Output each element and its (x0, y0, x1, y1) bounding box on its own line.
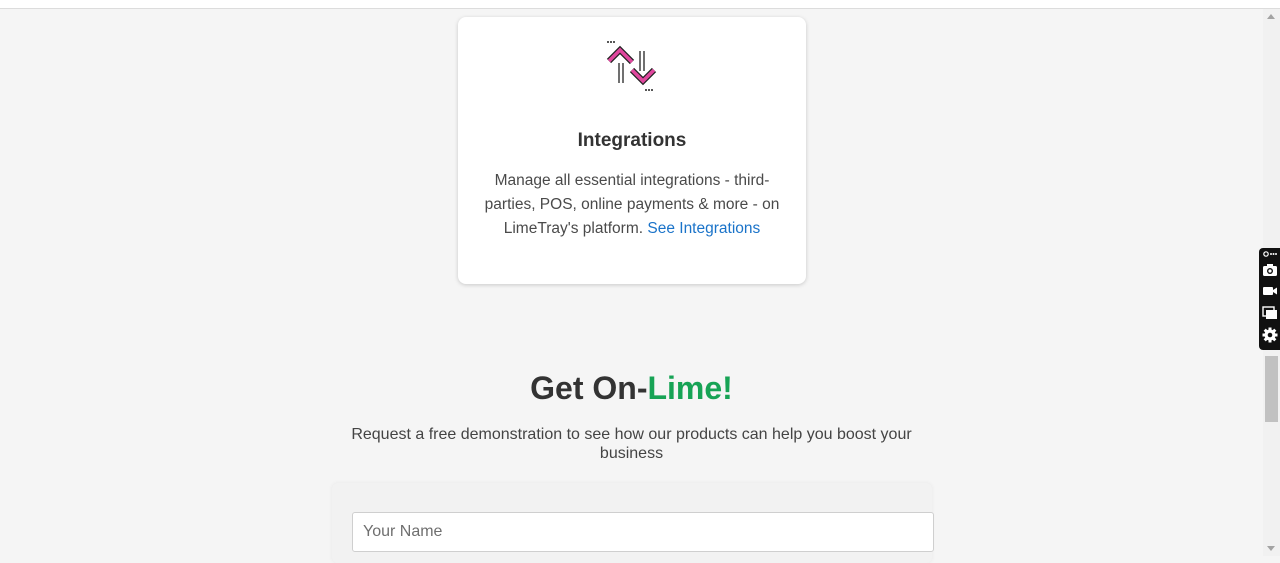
scroll-up-arrow-icon[interactable] (1267, 14, 1275, 19)
gear-icon[interactable] (1262, 327, 1278, 343)
top-bar (0, 0, 1280, 9)
integrations-card: Integrations Manage all essential integr… (458, 17, 806, 284)
card-title: Integrations (577, 130, 687, 151)
cta-subtitle: Request a free demonstration to see how … (351, 426, 912, 462)
cta-title-accent: Lime! (647, 370, 733, 406)
video-icon[interactable] (1262, 283, 1278, 299)
scrollbar-thumb[interactable] (1265, 356, 1278, 422)
see-integrations-link[interactable]: See Integrations (647, 220, 760, 237)
side-toolbar (1259, 248, 1280, 350)
camera-icon[interactable] (1262, 262, 1278, 278)
more-icon[interactable] (1263, 251, 1277, 257)
integrations-arrows-icon (606, 41, 657, 91)
card-description: Manage all essential integrations - thir… (478, 169, 786, 241)
screens-icon[interactable] (1262, 305, 1278, 321)
cta-title: Get On-Lime! (0, 370, 1263, 407)
your-name-input[interactable] (352, 512, 934, 552)
cta-title-main: Get On- (530, 370, 648, 406)
scroll-down-arrow-icon[interactable] (1267, 546, 1275, 551)
